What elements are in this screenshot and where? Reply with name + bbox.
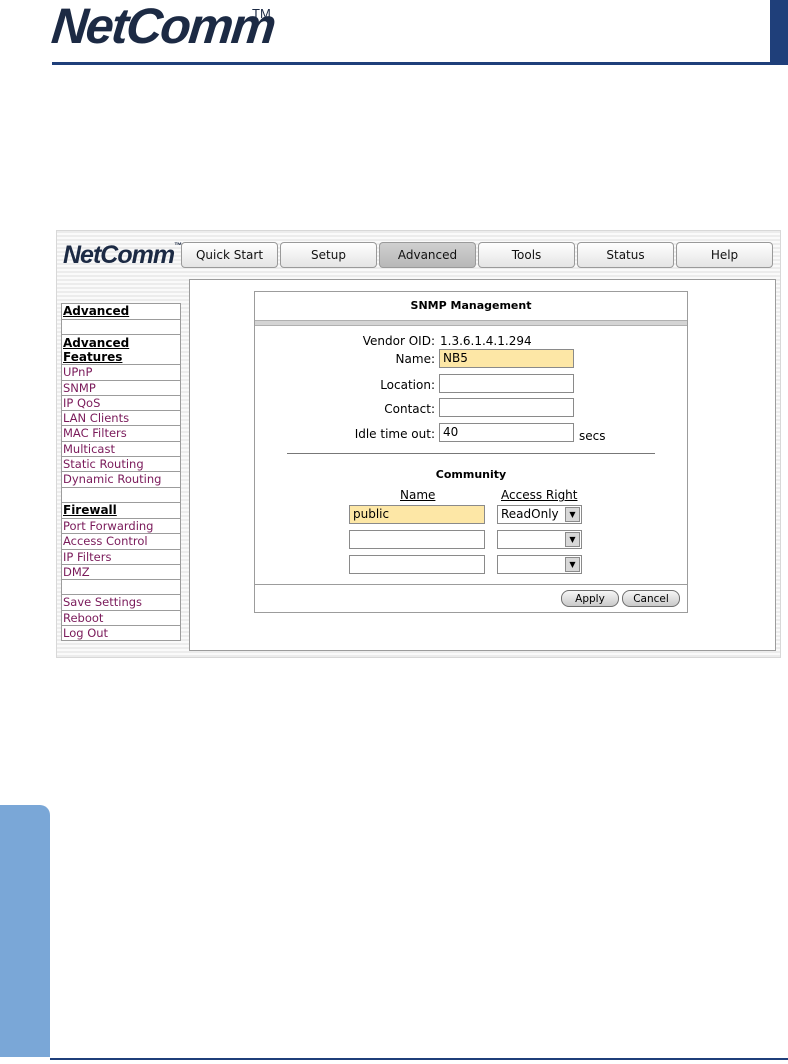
sidebar-item-dmz[interactable]: DMZ [61, 564, 181, 581]
footer-line [255, 584, 687, 585]
contact-label: Contact: [384, 402, 435, 416]
header-rule [52, 62, 788, 65]
community-access-header: Access Right [501, 488, 578, 502]
sidebar-item-static-routing[interactable]: Static Routing [61, 457, 181, 473]
chevron-down-icon[interactable]: ▼ [565, 557, 580, 572]
form-title: SNMP Management [410, 299, 532, 312]
sidebar-heading-advanced-features[interactable]: Advanced Features [61, 335, 181, 366]
sidebar-item-ip-filters[interactable]: IP Filters [61, 549, 181, 565]
name-input[interactable]: NB5 [439, 349, 574, 368]
chapter-tab [0, 805, 50, 1057]
logo-text: NetComm [49, 0, 278, 54]
tab-quick-start[interactable]: Quick Start [181, 242, 278, 268]
sidebar-item-multicast[interactable]: Multicast [61, 441, 181, 458]
corner-strip [770, 0, 788, 62]
chevron-down-icon[interactable]: ▼ [565, 532, 580, 547]
sidebar-heading-advanced[interactable]: Advanced [61, 303, 181, 320]
sidebar-spacer [61, 580, 181, 596]
chevron-down-icon[interactable]: ▼ [565, 507, 580, 522]
ui-logo-text: NetComm [63, 241, 175, 269]
sidebar: Advanced Advanced Features UPnP SNMP IP … [61, 303, 181, 642]
sidebar-item-log-out[interactable]: Log Out [61, 626, 181, 642]
tab-status[interactable]: Status [577, 242, 674, 268]
access-right-select-1[interactable]: ReadOnly ▼ [497, 505, 582, 524]
sidebar-item-reboot[interactable]: Reboot [61, 610, 181, 627]
community-name-input-3[interactable] [349, 555, 485, 574]
sidebar-item-dynamic-routing[interactable]: Dynamic Routing [61, 472, 181, 488]
sidebar-item-upnp[interactable]: UPnP [61, 365, 181, 381]
title-bar [255, 320, 687, 326]
community-title: Community [435, 468, 507, 481]
netcomm-logo: NetComm TM [49, 0, 282, 54]
community-name-input-1[interactable]: public [349, 505, 485, 524]
community-name-header: Name [400, 488, 436, 502]
vendor-oid-value: 1.3.6.1.4.1.294 [440, 334, 532, 348]
sidebar-item-mac-filters[interactable]: MAC Filters [61, 426, 181, 442]
location-label: Location: [380, 378, 435, 392]
contact-input[interactable] [439, 398, 574, 417]
tab-tools[interactable]: Tools [478, 242, 575, 268]
access-right-value-1: ReadOnly [501, 507, 559, 521]
trademark: TM [252, 6, 271, 21]
idle-timeout-label: Idle time out: [354, 427, 435, 441]
bottom-rule [50, 1058, 788, 1060]
sidebar-item-snmp[interactable]: SNMP [61, 380, 181, 396]
sidebar-item-save-settings[interactable]: Save Settings [61, 595, 181, 611]
main-panel: SNMP Management Vendor OID: 1.3.6.1.4.1.… [189, 279, 776, 651]
sidebar-item-ip-qos[interactable]: IP QoS [61, 395, 181, 412]
cancel-button[interactable]: Cancel [622, 590, 680, 607]
router-ui-screenshot: NetComm™ Quick Start Setup Advanced Tool… [56, 230, 781, 658]
sidebar-heading-firewall[interactable]: Firewall [61, 502, 181, 519]
apply-button[interactable]: Apply [561, 590, 619, 607]
access-right-select-2[interactable]: ▼ [497, 530, 582, 549]
community-name-input-2[interactable] [349, 530, 485, 549]
idle-timeout-input[interactable]: 40 [439, 423, 574, 442]
name-label: Name: [395, 352, 435, 366]
access-right-select-3[interactable]: ▼ [497, 555, 582, 574]
ui-logo: NetComm™ [63, 241, 182, 270]
sidebar-item-access-control[interactable]: Access Control [61, 534, 181, 550]
location-input[interactable] [439, 374, 574, 393]
sidebar-spacer [61, 320, 181, 336]
tab-setup[interactable]: Setup [280, 242, 377, 268]
main-tabs: Quick Start Setup Advanced Tools Status … [181, 242, 775, 268]
tab-help[interactable]: Help [676, 242, 773, 268]
snmp-form: SNMP Management Vendor OID: 1.3.6.1.4.1.… [254, 291, 688, 613]
idle-timeout-unit: secs [579, 429, 606, 443]
sidebar-item-lan-clients[interactable]: LAN Clients [61, 411, 181, 427]
vendor-oid-label: Vendor OID: [362, 334, 435, 348]
tab-advanced[interactable]: Advanced [379, 242, 476, 268]
divider [287, 453, 655, 454]
sidebar-spacer [61, 487, 181, 503]
sidebar-item-port-forwarding[interactable]: Port Forwarding [61, 518, 181, 535]
